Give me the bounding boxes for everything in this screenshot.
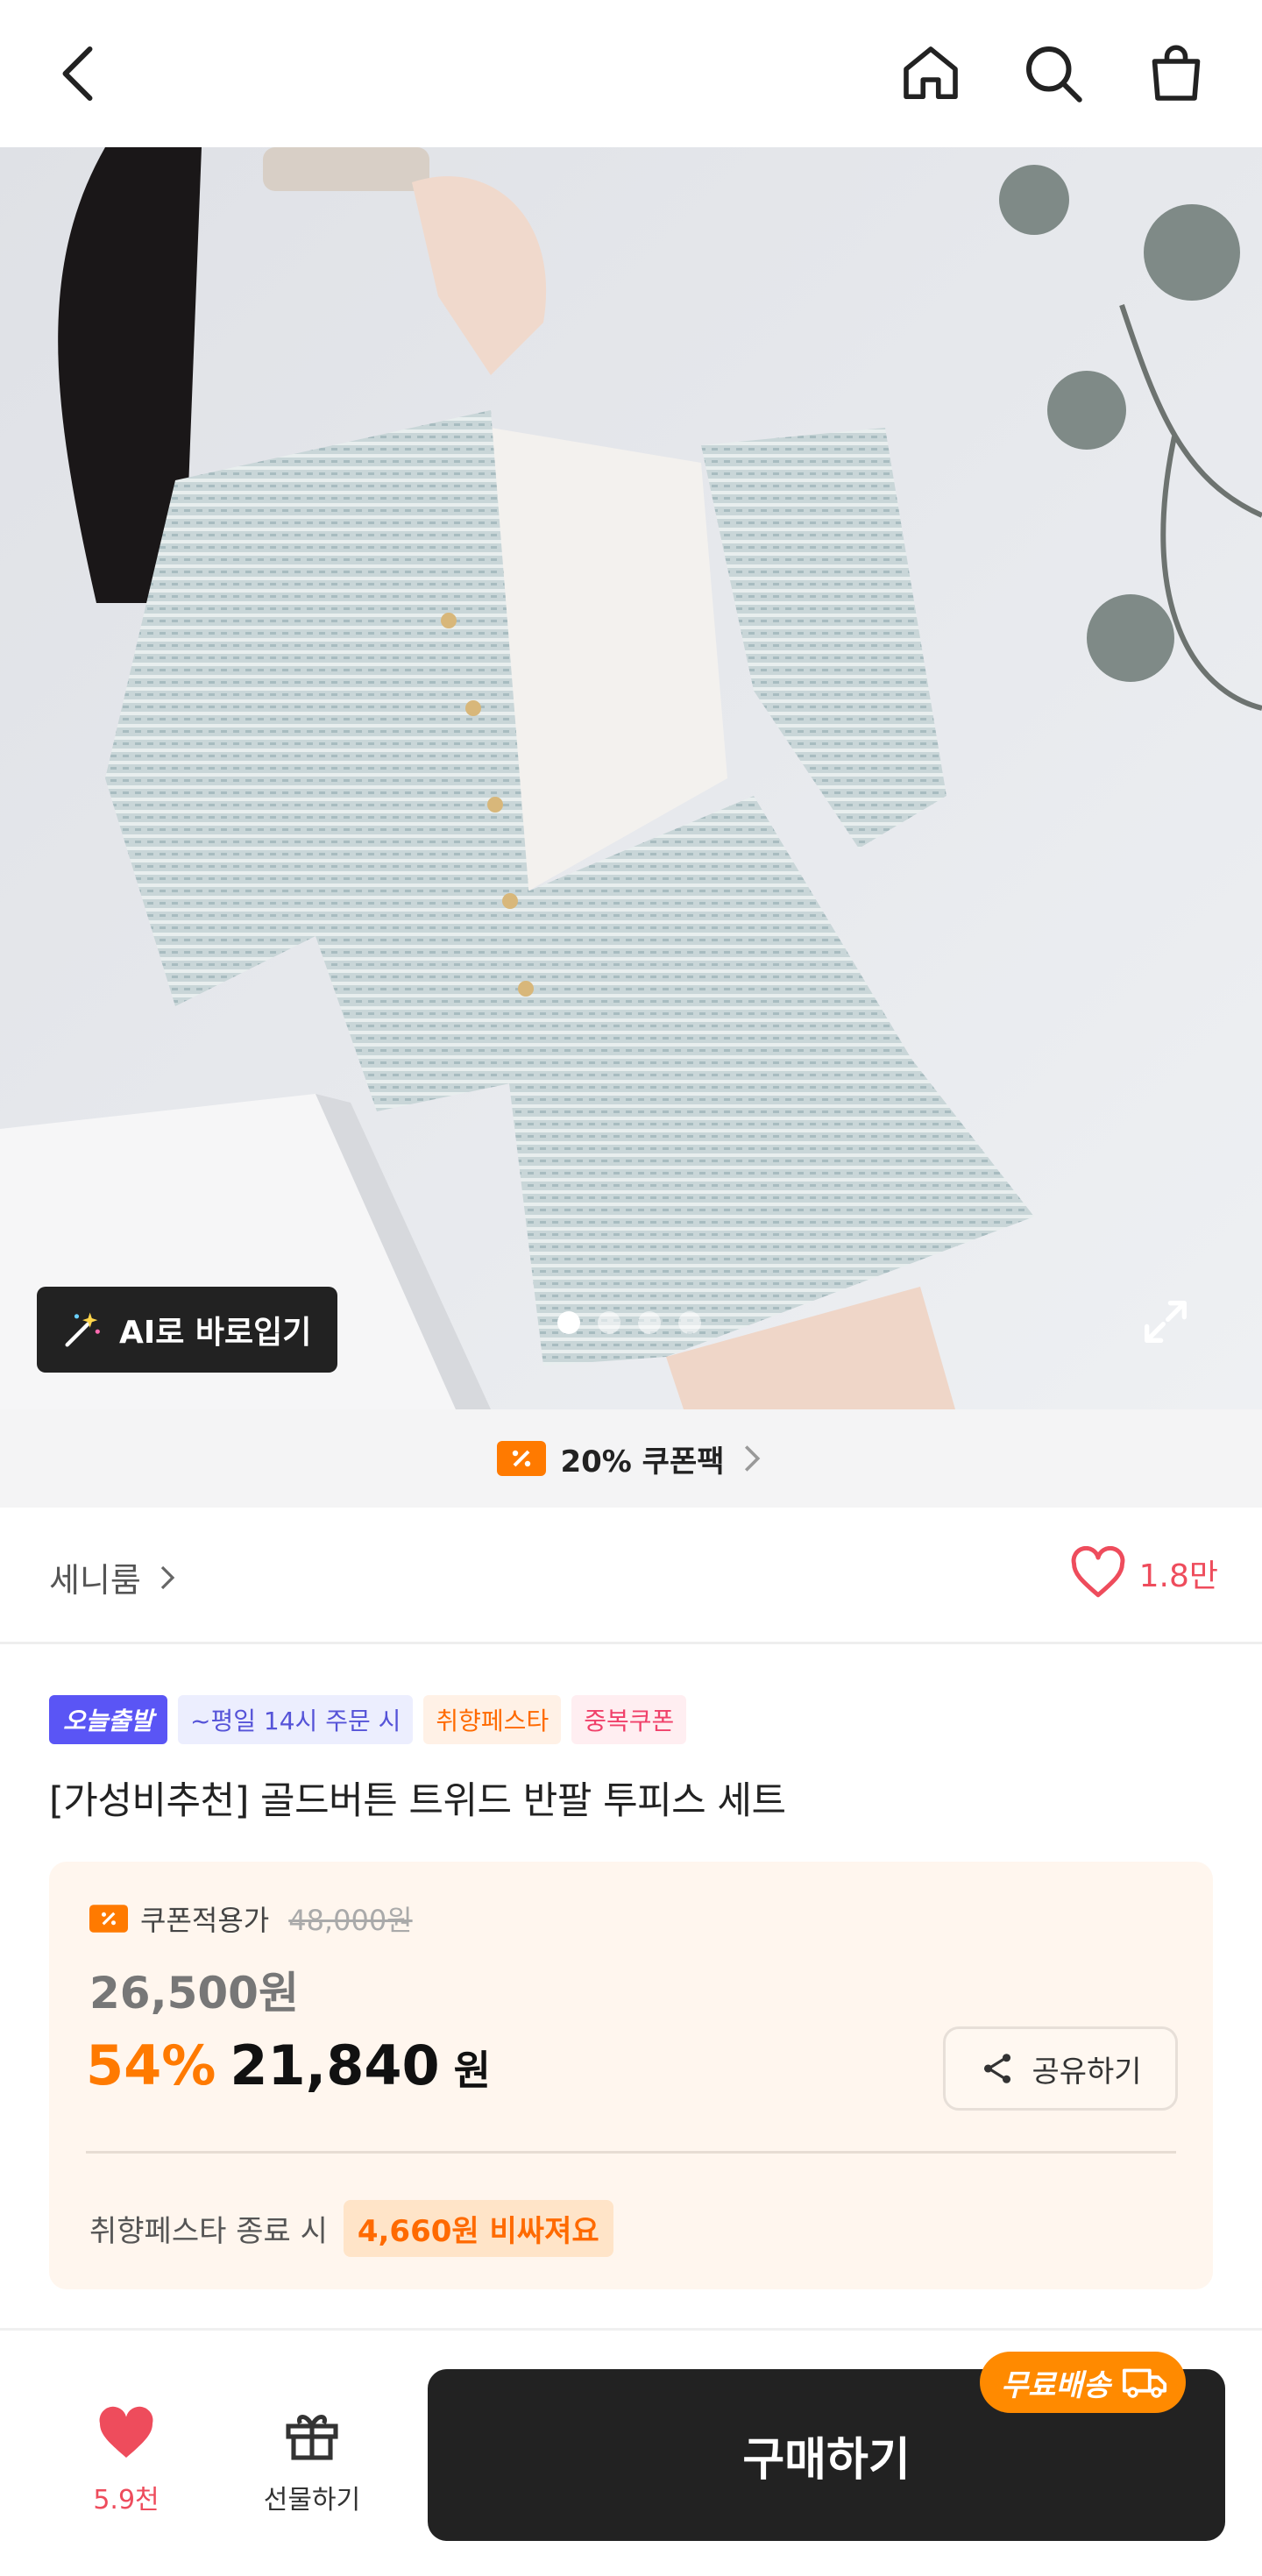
coupon-pack-banner[interactable]: 20% 쿠폰팩 [0,1409,1262,1508]
badge-today-ship: 오늘출발 [49,1695,168,1744]
bottom-action-bar: 5.9천 선물하기 구매하기 무료배송 [0,2328,1262,2576]
currency-unit: 원 [453,2047,491,2094]
coupon-pack-label: 20% 쿠폰팩 [560,1444,725,1480]
buy-label: 구매하기 [742,2433,911,2487]
price-box: 쿠폰적용가 48,000원 26,500원 54% 21,840 원 공유하기 … [49,1862,1213,2289]
back-icon [62,46,93,101]
free-shipping-badge: 무료배송 [980,2352,1187,2413]
ai-try-on-button[interactable]: AI로 바로입기 [37,1287,338,1373]
carousel-dot[interactable] [638,1311,661,1334]
shopping-bag-icon [1152,45,1201,101]
brand-like-button[interactable]: 1.8만 [1069,1546,1218,1600]
search-button[interactable] [1011,32,1095,116]
wish-count: 5.9천 [93,2485,160,2516]
gift-icon [286,2415,338,2460]
back-button[interactable] [39,32,123,116]
carousel-dot[interactable] [557,1311,580,1334]
coupon-price-label: 쿠폰적용가 [140,1904,270,1937]
expand-icon [1145,1301,1187,1343]
festa-price-note: 취향페스타 종료 시 4,660원 비싸져요 [89,2200,613,2257]
discount-percent: 54% [86,2033,216,2097]
divider [86,2151,1176,2154]
free-shipping-label: 무료배송 [1001,2367,1111,2403]
share-icon [984,2054,1011,2083]
search-icon [1026,46,1082,103]
product-title: [가성비추천] 골드버튼 트위드 반팔 투피스 세트 [49,1779,786,1823]
product-badges: 오늘출발 ~평일 14시 주문 시 취향페스타 중복쿠폰 [49,1695,687,1744]
home-icon [904,46,958,100]
gift-button[interactable]: 선물하기 [238,2402,386,2516]
top-nav-bar [0,0,1262,147]
product-image-carousel[interactable]: AI로 바로입기 [0,147,1262,1409]
share-button[interactable]: 공유하기 [943,2026,1178,2111]
badge-double-coupon: 중복쿠폰 [571,1695,687,1744]
carousel-dot[interactable] [598,1311,620,1334]
coupon-icon [497,1441,547,1476]
gift-label: 선물하기 [263,2485,361,2516]
heart-outline-icon [1071,1546,1125,1598]
carousel-dot[interactable] [678,1311,701,1334]
coupon-price-row: 쿠폰적용가 48,000원 [89,1898,413,1939]
final-price-row: 54% 21,840 원 [86,2033,491,2097]
brand-row: 세니룸 1.8만 [0,1508,1262,1644]
badge-ship-condition: ~평일 14시 주문 시 [178,1695,414,1744]
sale-price: 26,500원 [89,1968,299,2019]
chevron-right-icon [744,1445,760,1472]
chevron-right-icon [160,1565,175,1589]
heart-filled-icon [99,2406,153,2458]
final-price: 21,840 [230,2033,440,2097]
brand-link[interactable]: 세니룸 [49,1553,181,1601]
brand-name: 세니룸 [49,1561,141,1600]
coupon-icon [89,1905,128,1933]
truck-icon [1123,2368,1167,2398]
brand-like-count: 1.8만 [1138,1558,1218,1594]
magic-wand-icon [65,1312,100,1347]
festa-price-increase: 4,660원 비싸져요 [343,2200,613,2257]
share-label: 공유하기 [1032,2054,1142,2090]
original-price: 48,000원 [288,1904,413,1937]
fullscreen-button[interactable] [1131,1287,1201,1357]
carousel-indicator [557,1311,701,1334]
product-photo [0,147,1262,1409]
badge-festa: 취향페스타 [423,1695,562,1744]
ai-try-on-label: AI로 바로입기 [119,1315,312,1351]
cart-button[interactable] [1134,32,1218,116]
home-button[interactable] [889,32,973,116]
wishlist-button[interactable]: 5.9천 [52,2402,201,2516]
festa-note-text: 취향페스타 종료 시 [89,2214,328,2249]
